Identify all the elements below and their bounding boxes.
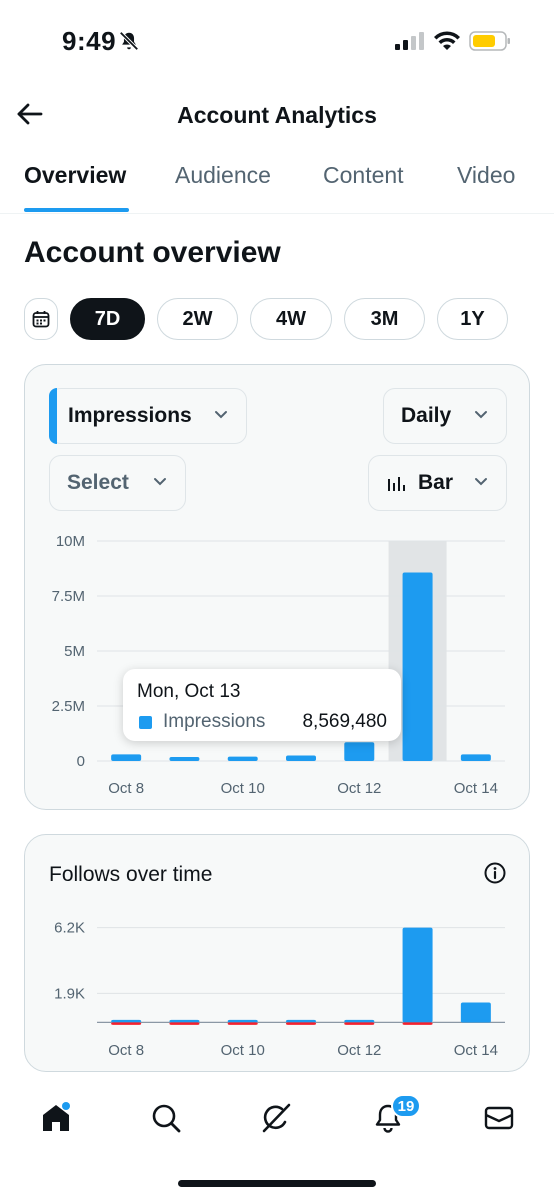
- impressions-card: Impressions Daily Select Bar 0 2.5M 5M 7.5M…: [24, 364, 530, 810]
- header: Account Analytics: [0, 90, 554, 140]
- battery-icon: [469, 31, 510, 51]
- search-icon[interactable]: [148, 1100, 184, 1136]
- status-bar: 9:49: [0, 0, 554, 80]
- chart-tooltip: Mon, Oct 13 Impressions 8,569,480: [123, 669, 401, 741]
- bar: [344, 1019, 375, 1023]
- bar: [111, 1019, 142, 1023]
- bar: [286, 1022, 316, 1025]
- tooltip-series-swatch: [139, 716, 152, 729]
- bar: [169, 757, 200, 761]
- tooltip-series-label: Impressions: [163, 711, 266, 732]
- bar: [286, 1019, 316, 1023]
- signal-icon: [395, 32, 424, 50]
- wifi-icon: [434, 31, 460, 50]
- x-tick-label: Oct 12: [337, 780, 381, 797]
- bar: [460, 1002, 491, 1023]
- bar: [344, 1022, 375, 1025]
- tab-content[interactable]: Content: [323, 162, 404, 189]
- x-tick-label: Oct 10: [221, 1042, 265, 1059]
- bottom-nav: [0, 1090, 554, 1150]
- bar: [169, 1022, 200, 1025]
- bar: [227, 756, 258, 761]
- bar: [169, 1019, 200, 1023]
- y-tick-label: 0: [77, 753, 85, 770]
- bar: [344, 742, 375, 761]
- y-tick-label: 7.5M: [52, 588, 85, 605]
- tooltip-value: 8,569,480: [302, 711, 387, 732]
- home-icon[interactable]: [38, 1100, 74, 1136]
- tab-audience[interactable]: Audience: [175, 162, 271, 189]
- tab-bar: Overview Audience Content Video: [0, 150, 554, 214]
- follows-card: Follows over time 1.9K 6.2K Oct 8 Oct 10 Oct…: [24, 834, 530, 1072]
- page-title: Account Analytics: [177, 102, 377, 128]
- x-tick-label: Oct 12: [337, 1042, 381, 1059]
- bar: [111, 1022, 142, 1025]
- y-tick-label: 2.5M: [52, 698, 85, 715]
- range-pill-3m[interactable]: 3M: [344, 298, 425, 340]
- status-time: 9:49: [62, 26, 117, 56]
- home-indicator: [178, 1180, 376, 1187]
- tooltip-date: Mon, Oct 13: [137, 681, 241, 702]
- y-tick-label: 6.2K: [54, 920, 85, 937]
- range-pill-1y[interactable]: 1Y: [437, 298, 508, 340]
- tab-overview[interactable]: Overview: [24, 162, 126, 189]
- bar: [286, 755, 316, 761]
- range-pill-4w[interactable]: 4W: [250, 298, 332, 340]
- grok-icon[interactable]: [258, 1100, 294, 1136]
- y-tick-label: 5M: [64, 643, 85, 660]
- bar: [402, 1022, 433, 1025]
- bar: [460, 1019, 491, 1023]
- x-tick-label: Oct 14: [454, 1042, 498, 1059]
- range-pill-7d[interactable]: 7D: [70, 298, 145, 340]
- bar: [227, 1019, 258, 1023]
- bar: [227, 1022, 258, 1025]
- tab-video[interactable]: Video: [457, 162, 515, 189]
- bar: [402, 927, 433, 1023]
- x-tick-label: Oct 8: [108, 1042, 144, 1059]
- bell-off-icon: [119, 31, 139, 51]
- calendar-icon: [32, 311, 50, 328]
- x-tick-label: Oct 14: [454, 780, 498, 797]
- range-pill-2w[interactable]: 2W: [157, 298, 238, 340]
- y-tick-label: 1.9K: [54, 985, 85, 1002]
- x-tick-label: Oct 8: [108, 780, 144, 797]
- active-tab-indicator: [24, 208, 129, 212]
- section-title: Account overview: [24, 236, 281, 269]
- follows-bar-chart[interactable]: 1.9K 6.2K Oct 8 Oct 10 Oct 12 Oct 14: [25, 835, 531, 1073]
- y-tick-label: 10M: [56, 533, 85, 550]
- notification-count-badge: 19: [391, 1094, 421, 1118]
- impressions-bar-chart[interactable]: 0 2.5M 5M 7.5M 10M Oct 8 Oct 10 Oct 12 Oct 14: [25, 365, 531, 811]
- bar: [460, 754, 491, 761]
- messages-icon[interactable]: [481, 1100, 517, 1136]
- x-tick-label: Oct 10: [221, 780, 265, 797]
- bar: [111, 754, 142, 761]
- date-picker-button[interactable]: [24, 298, 58, 340]
- bar: [402, 572, 433, 761]
